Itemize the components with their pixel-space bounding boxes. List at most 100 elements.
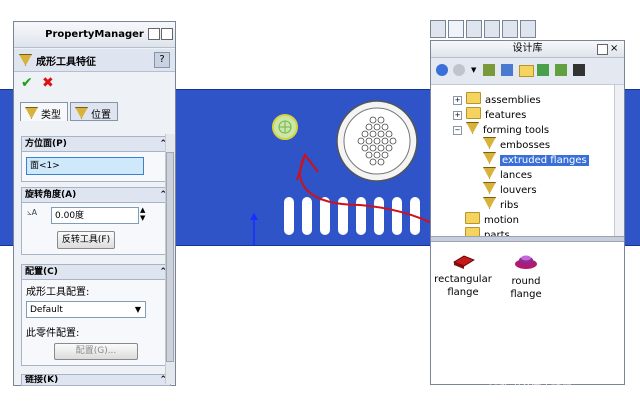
tree-label: assemblies [485, 95, 541, 106]
tree-label: motion [484, 215, 520, 226]
tool-config-value: Default [30, 305, 63, 315]
cancel-x-icon[interactable]: ✖ [42, 75, 54, 91]
new-folder-icon[interactable] [519, 65, 534, 77]
collapse-icon[interactable]: − [453, 126, 462, 135]
forming-tool-icon [19, 54, 32, 66]
tree-label: lances [500, 170, 533, 181]
forward-icon[interactable] [453, 64, 465, 76]
config-section-header[interactable]: 配置(C) ⌃ [21, 264, 171, 280]
tree-label: louvers [500, 185, 537, 196]
tree-label: embosses [500, 140, 551, 151]
config-button[interactable]: 配置(G)... [54, 343, 138, 360]
pin-icon[interactable] [148, 28, 160, 40]
folder-icon [466, 107, 481, 119]
config-section-body: 成形工具配置: Default ▼ 此零件配置: 配置(G)... [21, 280, 171, 366]
tree-item-features[interactable]: + features [453, 107, 526, 122]
tree-item-louvers[interactable]: louvers [483, 182, 537, 197]
tree-item-extruded-flanges[interactable]: extruded flanges [483, 152, 589, 167]
forming-tool-icon [25, 107, 38, 119]
add-location-icon[interactable] [501, 64, 513, 76]
face-section-header[interactable]: 方位面(P) ⌃ [21, 136, 171, 152]
face-section-body: 面<1> [21, 152, 171, 182]
tab-design-library-icon[interactable] [448, 20, 464, 38]
tree-label: extruded flanges [500, 155, 589, 166]
tools-icon[interactable] [573, 64, 585, 76]
forming-tool-folder-icon [483, 197, 496, 209]
forming-tool-icon [75, 107, 88, 119]
tree-label: forming tools [483, 125, 550, 136]
feature-title: 成形工具特征 [36, 57, 96, 68]
expand-icon[interactable]: + [453, 111, 462, 120]
tab-home-icon[interactable] [430, 20, 446, 38]
pin-icon[interactable] [597, 44, 608, 55]
panel-title: 设计库 [431, 41, 624, 58]
add-to-library-icon[interactable] [483, 64, 495, 76]
rectangular-flange-icon [453, 255, 475, 269]
feature-header: 成形工具特征 ? [14, 49, 175, 72]
tab-file-explorer-icon[interactable] [466, 20, 482, 38]
library-item-round-flange[interactable]: round flange [500, 252, 552, 301]
item-label: rectangular flange [434, 274, 492, 298]
face-selection-field[interactable]: 面<1> [26, 157, 144, 175]
tab-custom-properties-icon[interactable] [520, 20, 536, 38]
tab-type[interactable]: 类型 [20, 102, 68, 121]
forming-tool-folder-icon [466, 122, 479, 134]
tool-config-select[interactable]: Default ▼ [26, 301, 146, 318]
tree-scrollbar[interactable] [614, 85, 624, 236]
refresh-icon[interactable] [537, 64, 549, 76]
design-library-panel: 设计库 × ▼ + assemblies + features − forming t… [430, 40, 625, 385]
watermark: 百家号/大国工程师 [488, 378, 572, 389]
forming-tool-folder-icon [483, 182, 496, 194]
property-manager-panel: PropertyManager 成形工具特征 ? ✔ ✖ 类型 位置 方位面(P… [13, 21, 176, 386]
tree-item-motion[interactable]: motion [465, 212, 519, 227]
up-icon[interactable] [555, 64, 567, 76]
tree-item-lances[interactable]: lances [483, 167, 532, 182]
round-flange-icon [515, 255, 537, 269]
flip-tool-button[interactable]: 反转工具(F) [57, 231, 115, 249]
link-section-header[interactable]: 链接(K) ⌃ [21, 374, 171, 386]
tree-label: features [485, 110, 527, 121]
back-icon[interactable] [436, 64, 448, 76]
tab-label: 位置 [91, 110, 111, 121]
tab-position[interactable]: 位置 [70, 102, 118, 121]
maximize-icon[interactable] [161, 28, 173, 40]
part-config-label: 此零件配置: [26, 328, 80, 339]
spinner-icon[interactable]: ▲ ▼ [140, 206, 145, 222]
tab-view-palette-icon[interactable] [484, 20, 500, 38]
tool-config-label: 成形工具配置: [26, 287, 90, 298]
library-item-view: rectangular flange round flange [431, 242, 624, 384]
folder-icon [465, 212, 480, 224]
section-label: 方位面(P) [25, 139, 67, 149]
angle-input[interactable]: 0.00度 [51, 207, 139, 224]
library-toolbar: ▼ [431, 58, 624, 85]
tree-item-parts[interactable]: parts [465, 227, 510, 236]
forming-tool-folder-icon [483, 152, 496, 164]
forming-tool-folder-icon [483, 167, 496, 179]
help-button[interactable]: ? [154, 52, 170, 68]
item-label: round flange [510, 276, 542, 300]
chevron-down-icon: ▼ [134, 305, 141, 314]
scroll-thumb[interactable] [166, 152, 174, 362]
tree-item-forming-tools[interactable]: − forming tools [453, 122, 549, 137]
folder-icon [465, 227, 480, 236]
rotation-section-body: ⦣A 0.00度 ▲ ▼ 反转工具(F) [21, 203, 171, 255]
pm-scrollbar[interactable] [165, 134, 175, 384]
folder-tree: + assemblies + features − forming tools emb… [431, 85, 624, 236]
dropdown-icon[interactable]: ▼ [471, 66, 476, 74]
expand-icon[interactable]: + [453, 96, 462, 105]
tree-label: ribs [500, 200, 519, 211]
rotation-section-header[interactable]: 旋转角度(A) ⌃ [21, 187, 171, 203]
tree-item-embosses[interactable]: embosses [483, 137, 550, 152]
forming-tool-folder-icon [483, 137, 496, 149]
tree-item-ribs[interactable]: ribs [483, 197, 518, 212]
tab-label: 类型 [41, 110, 61, 121]
angle-icon: ⦣A [27, 208, 38, 217]
tab-appearances-icon[interactable] [502, 20, 518, 38]
library-item-rectangular-flange[interactable]: rectangular flange [433, 252, 493, 299]
section-label: 旋转角度(A) [25, 190, 77, 200]
tree-item-assemblies[interactable]: + assemblies [453, 92, 541, 107]
section-label: 链接(K) [25, 375, 59, 385]
close-icon[interactable]: × [610, 43, 618, 54]
ok-check-icon[interactable]: ✔ [21, 75, 33, 91]
section-label: 配置(C) [25, 267, 58, 277]
